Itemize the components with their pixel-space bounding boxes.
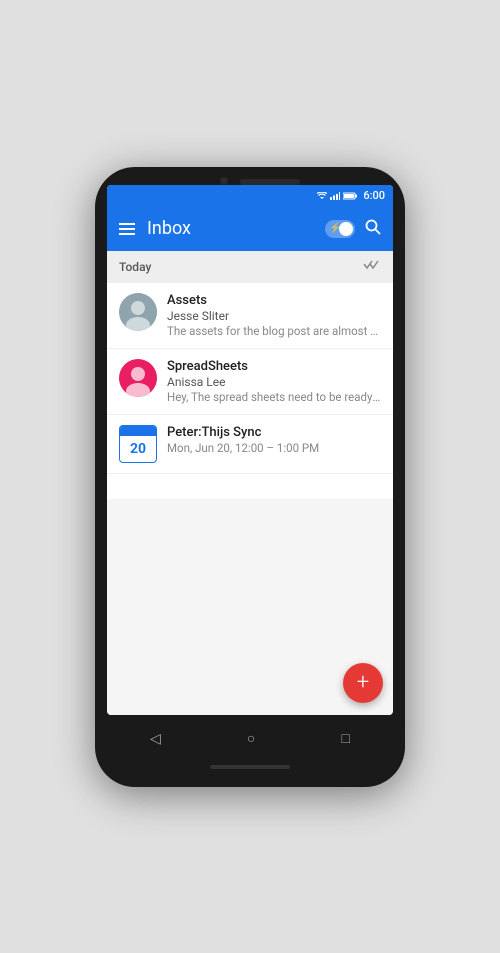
nav-bar: ◁ ○ □ xyxy=(107,719,393,759)
home-indicator xyxy=(210,765,290,769)
status-time: 6:00 xyxy=(363,189,385,202)
search-icon xyxy=(365,219,381,235)
email-preview: Hey, The spread sheets need to be ready … xyxy=(167,390,381,404)
email-content: Peter:Thijs Sync Mon, Jun 20, 12:00 – 1:… xyxy=(167,425,381,455)
email-subject: SpreadSheets xyxy=(167,359,381,374)
email-subject: Assets xyxy=(167,293,381,308)
email-preview: The assets for the blog post are almost … xyxy=(167,324,381,338)
check-all-icon[interactable] xyxy=(363,259,381,275)
speaker xyxy=(240,179,300,185)
email-sender: Jesse Sliter xyxy=(167,309,381,323)
calendar-avatar: 20 xyxy=(119,425,157,463)
app-title: Inbox xyxy=(147,218,313,239)
status-icons: 6:00 xyxy=(317,189,385,202)
email-subject: Peter:Thijs Sync xyxy=(167,425,381,440)
home-button[interactable]: ○ xyxy=(235,724,267,753)
battery-icon xyxy=(343,192,357,200)
status-bar: 6:00 xyxy=(107,185,393,207)
app-bar-actions: ⚡ xyxy=(325,219,381,239)
email-item[interactable]: 20 Peter:Thijs Sync Mon, Jun 20, 12:00 –… xyxy=(107,415,393,474)
email-sender: Anissa Lee xyxy=(167,375,381,389)
checkmarks-icon xyxy=(363,259,381,271)
lightning-icon: ⚡ xyxy=(329,223,341,234)
phone-frame: 6:00 Inbox ⚡ xyxy=(95,167,405,787)
compose-fab[interactable]: + xyxy=(343,663,383,703)
menu-button[interactable] xyxy=(119,223,135,235)
back-button[interactable]: ◁ xyxy=(138,725,173,753)
phone-screen: 6:00 Inbox ⚡ xyxy=(107,185,393,715)
email-item[interactable]: SpreadSheets Anissa Lee Hey, The spread … xyxy=(107,349,393,415)
cal-day: 20 xyxy=(120,436,156,462)
cal-header xyxy=(120,426,156,436)
toggle-button[interactable]: ⚡ xyxy=(325,220,355,238)
avatar xyxy=(119,293,157,331)
email-list: Assets Jesse Sliter The assets for the b… xyxy=(107,283,393,499)
app-bar: Inbox ⚡ xyxy=(107,207,393,251)
avatar xyxy=(119,359,157,397)
person-avatar-1 xyxy=(119,293,157,331)
section-label: Today xyxy=(119,260,151,274)
signal-icon xyxy=(330,192,340,200)
camera xyxy=(220,177,228,185)
recents-button[interactable]: □ xyxy=(329,724,361,753)
email-item[interactable]: Assets Jesse Sliter The assets for the b… xyxy=(107,283,393,349)
search-button[interactable] xyxy=(365,219,381,239)
email-content: Assets Jesse Sliter The assets for the b… xyxy=(167,293,381,338)
email-preview: Mon, Jun 20, 12:00 – 1:00 PM xyxy=(167,441,381,455)
empty-area: + xyxy=(107,499,393,715)
section-header: Today xyxy=(107,251,393,283)
email-content: SpreadSheets Anissa Lee Hey, The spread … xyxy=(167,359,381,404)
wifi-icon xyxy=(317,192,327,200)
person-avatar-2 xyxy=(119,359,157,397)
